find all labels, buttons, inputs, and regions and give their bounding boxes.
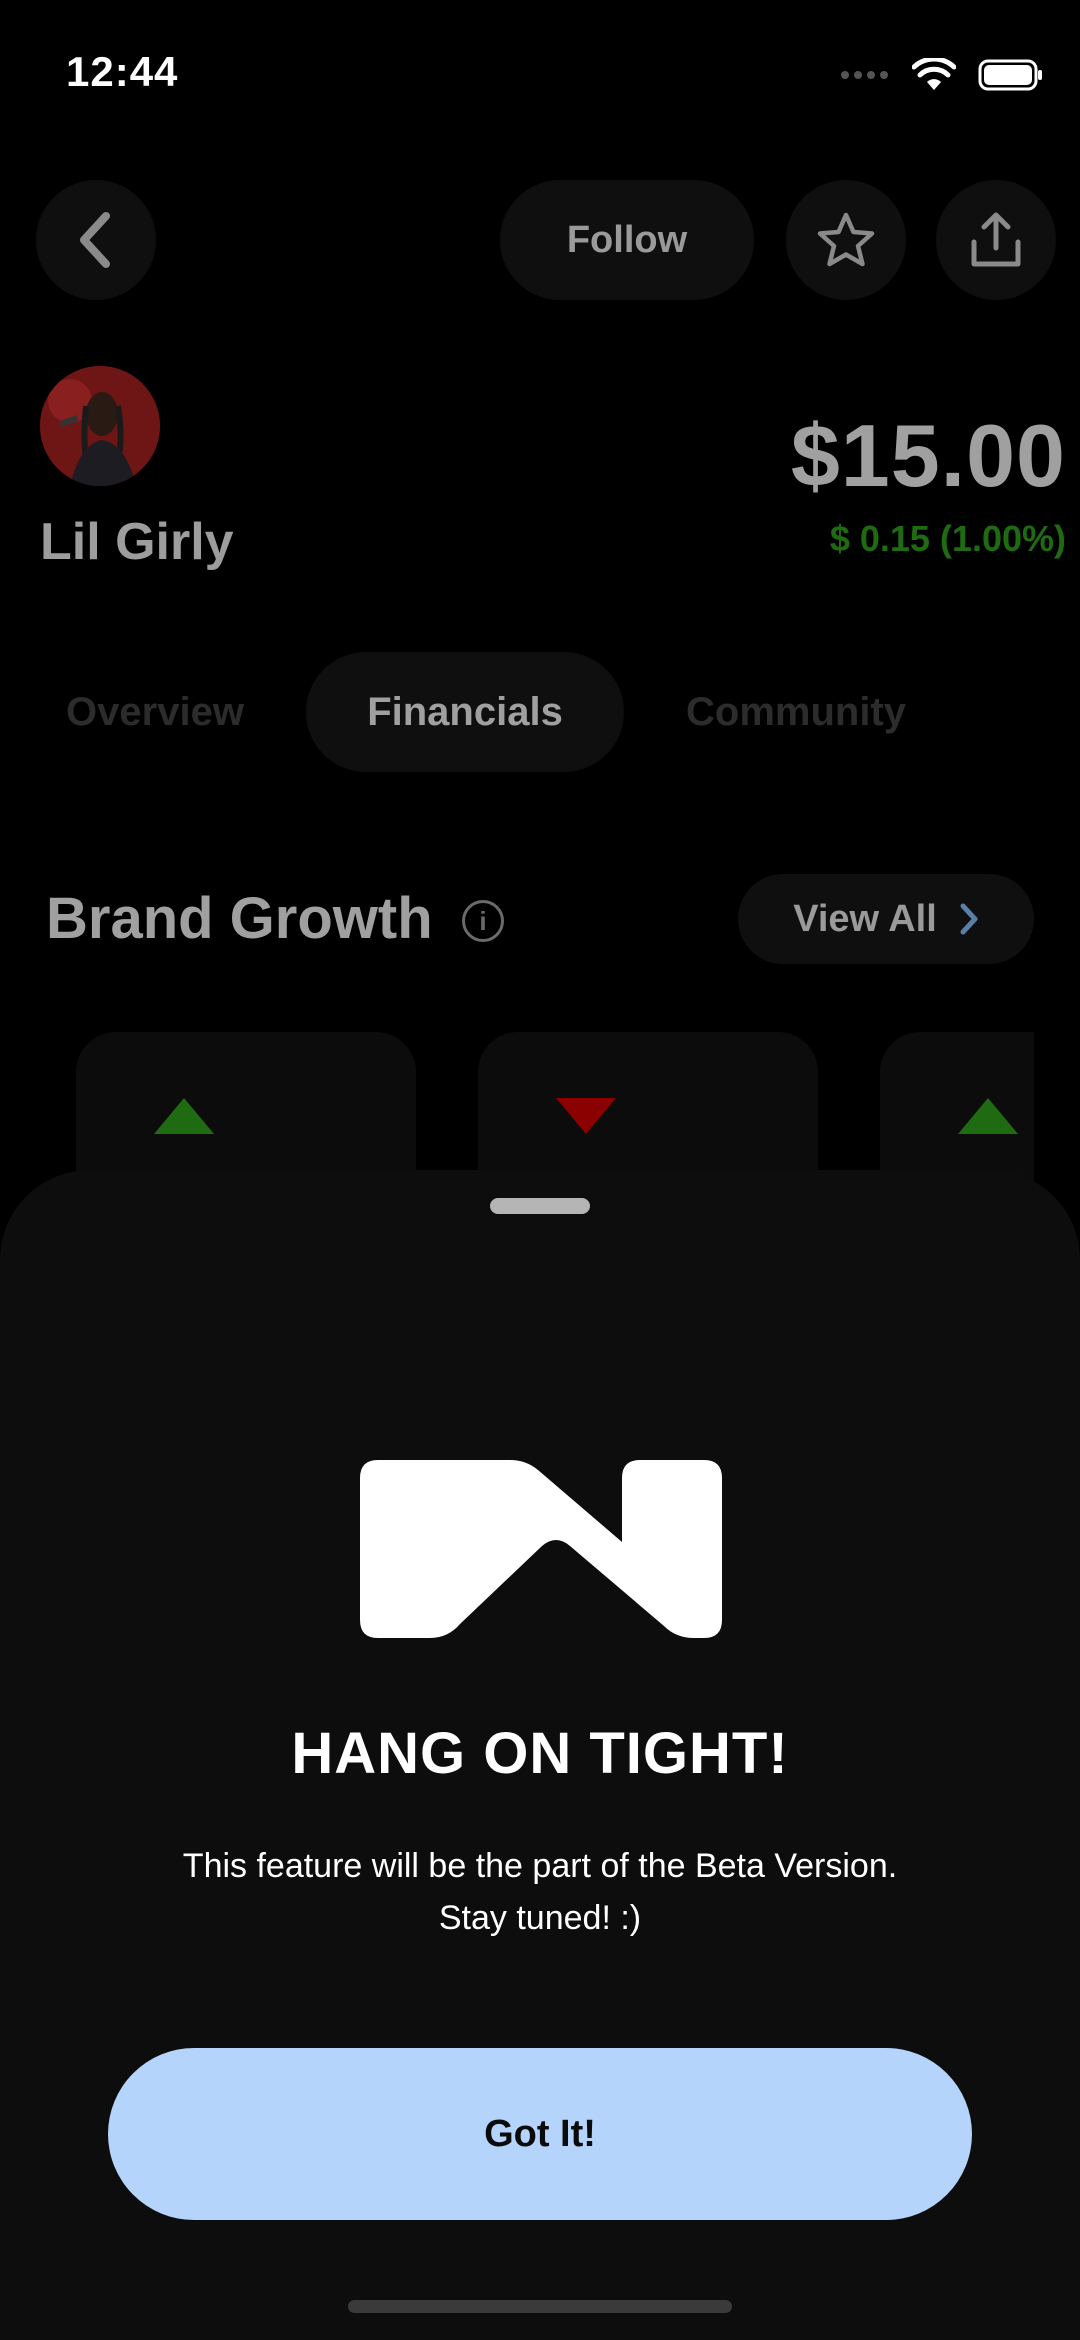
status-icons xyxy=(840,58,1044,92)
sheet-title: HANG ON TIGHT! xyxy=(291,1721,789,1786)
star-icon xyxy=(817,212,875,267)
wifi-icon xyxy=(912,58,956,90)
avatar xyxy=(40,366,160,486)
logo-icon xyxy=(360,1460,722,1638)
status-time: 12:44 xyxy=(66,48,179,95)
sheet-handle[interactable] xyxy=(490,1198,590,1214)
battery-icon xyxy=(978,59,1042,91)
home-indicator xyxy=(348,2300,732,2313)
arrow-up-icon xyxy=(154,1098,214,1134)
chevron-left-icon xyxy=(80,212,110,268)
sheet-message-line2: Stay tuned! :) xyxy=(438,1899,642,1937)
got-it-label: Got It! xyxy=(484,2112,596,2155)
arrow-up-icon xyxy=(958,1098,1018,1134)
view-all-label: View All xyxy=(793,897,937,940)
favorite-button[interactable] xyxy=(786,180,906,300)
follow-button[interactable]: Follow xyxy=(500,180,754,300)
tab-community[interactable]: Community xyxy=(666,652,926,772)
artist-price: $15.00 xyxy=(790,406,1066,505)
got-it-button[interactable]: Got It! xyxy=(108,2048,972,2220)
signal-icon xyxy=(841,71,888,79)
share-button[interactable] xyxy=(936,180,1056,300)
share-icon xyxy=(971,212,1021,267)
tab-financials[interactable]: Financials xyxy=(306,652,624,772)
back-button[interactable] xyxy=(36,180,156,300)
artist-photo xyxy=(40,366,160,486)
arrow-down-icon xyxy=(556,1098,616,1134)
artist-name: Lil Girly xyxy=(40,513,234,571)
follow-label: Follow xyxy=(566,218,688,261)
sheet-message-line1: This feature will be the part of the Bet… xyxy=(182,1847,898,1885)
view-all-button[interactable]: View All xyxy=(738,874,1034,964)
section-title: Brand Growth xyxy=(46,886,433,951)
chevron-right-icon xyxy=(960,903,978,935)
sheet-message: This feature will be the part of the Bet… xyxy=(0,1840,1080,1944)
price-change: $ 0.15 (1.00%) xyxy=(829,518,1066,559)
tab-overview[interactable]: Overview xyxy=(40,652,270,772)
info-icon[interactable]: i xyxy=(462,900,504,942)
